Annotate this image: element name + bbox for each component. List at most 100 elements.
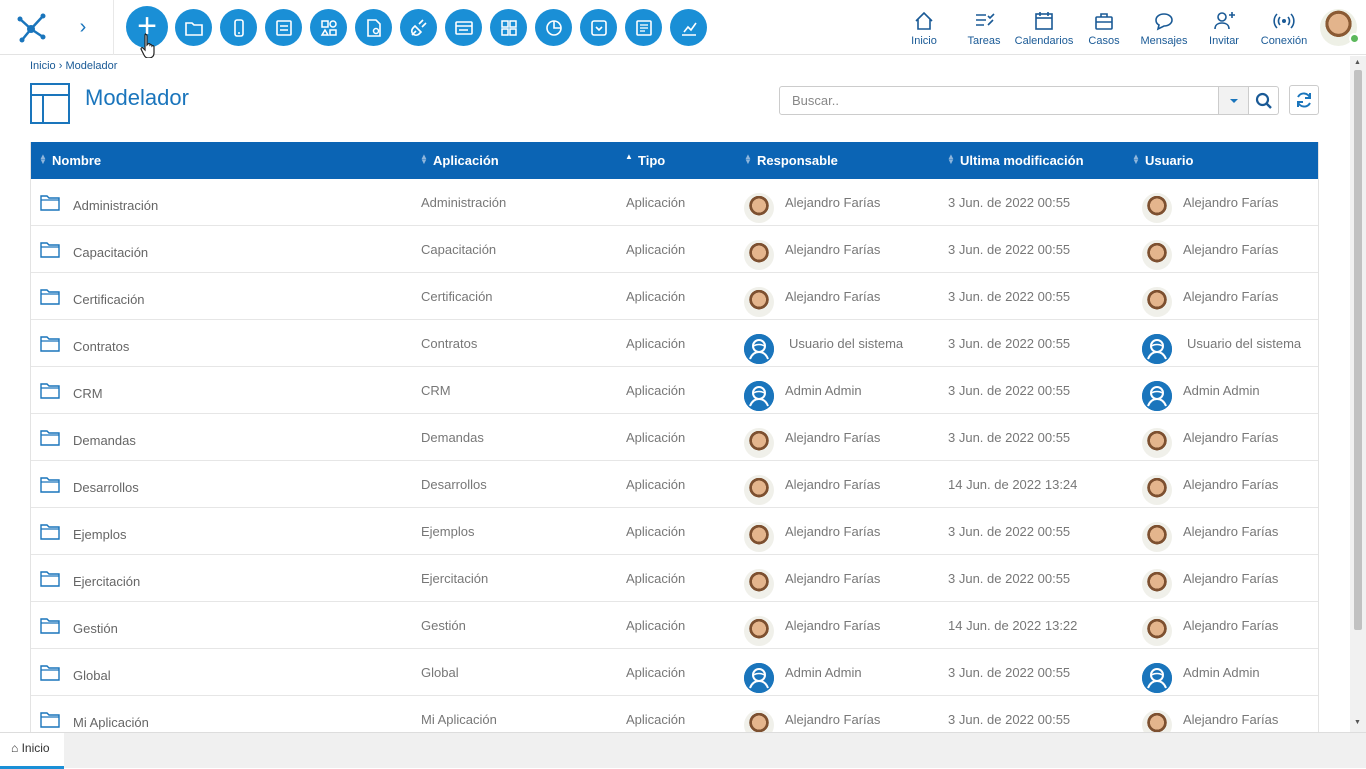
user-photo-avatar <box>1142 616 1172 646</box>
cell-nombre[interactable]: Global <box>73 668 111 683</box>
table-row[interactable]: Mi Aplicación Mi Aplicación Aplicación Alej… <box>31 696 1318 734</box>
nav-casos-label: Casos <box>1088 35 1120 47</box>
column-label: Ultima modificación <box>960 153 1084 168</box>
cell-ultima-modificacion: 3 Jun. de 2022 00:55 <box>948 242 1071 257</box>
nav-conexion[interactable]: Conexión <box>1253 8 1315 48</box>
cell-nombre[interactable]: Ejercitación <box>73 574 140 589</box>
cell-tipo: Aplicación <box>626 336 686 351</box>
table-row[interactable]: Administración Administración Aplicación Al… <box>31 179 1318 226</box>
cell-nombre[interactable]: Capacitación <box>73 245 148 260</box>
table-row[interactable]: Ejemplos Ejemplos Aplicación Alejandro Farí… <box>31 508 1318 555</box>
search-button[interactable] <box>1249 86 1279 115</box>
cell-nombre[interactable]: Gestión <box>73 621 118 636</box>
table-row[interactable]: Certificación Certificación Aplicación Alej… <box>31 273 1318 320</box>
system-user-avatar <box>744 663 774 693</box>
table-row[interactable]: Global Global Aplicación Admin Admin 3 Jun. … <box>31 649 1318 696</box>
models-table: ▲ ▼ Nombre ▲ ▼ Aplicación ▲ Tipo ▲ ▼ Responsab… <box>30 142 1319 734</box>
table-row[interactable]: Contratos Contratos Aplicación Usuario del … <box>31 320 1318 367</box>
search-options-dropdown[interactable] <box>1219 86 1249 115</box>
dashboard-icon[interactable] <box>490 9 527 46</box>
mobile-icon[interactable] <box>220 9 257 46</box>
breadcrumb-current[interactable]: Modelador <box>65 60 117 72</box>
cell-tipo: Aplicación <box>626 289 686 304</box>
bottom-tab-bar: ⌂ Inicio <box>0 732 1366 769</box>
user-photo-avatar <box>1142 522 1172 552</box>
folder-icon <box>40 477 60 493</box>
table-row[interactable]: Gestión Gestión Aplicación Alejandro Farías… <box>31 602 1318 649</box>
user-photo-avatar <box>1142 240 1172 270</box>
nav-calendarios[interactable]: Calendarios <box>1013 8 1075 48</box>
table-row[interactable]: Ejercitación Ejercitación Aplicación Alejan… <box>31 555 1318 602</box>
cell-nombre[interactable]: Demandas <box>73 433 136 448</box>
home-icon <box>915 11 933 30</box>
column-header-usuario[interactable]: ▲ ▼ Usuario <box>1132 153 1193 169</box>
cell-aplicacion: Contratos <box>421 336 478 351</box>
cell-nombre[interactable]: Contratos <box>73 339 129 354</box>
cell-usuario: Alejandro Farías <box>1183 195 1279 210</box>
system-user-avatar <box>1142 663 1172 693</box>
folder-icon <box>40 289 60 305</box>
table-row[interactable]: CRM CRM Aplicación Admin Admin 3 Jun. de 202… <box>31 367 1318 414</box>
scroll-up-arrow-icon[interactable]: ▲ <box>1354 59 1361 66</box>
cell-aplicacion: Administración <box>421 195 507 210</box>
logo-icon[interactable] <box>12 8 50 46</box>
user-photo-avatar <box>744 428 774 458</box>
table-row[interactable]: Capacitación Capacitación Aplicación Alejan… <box>31 226 1318 273</box>
cell-nombre[interactable]: Certificación <box>73 292 145 307</box>
search-input[interactable] <box>779 86 1219 115</box>
tab-inicio[interactable]: ⌂ Inicio <box>0 733 64 769</box>
column-header-nombre[interactable]: ▲ ▼ Nombre <box>39 153 101 169</box>
column-header-tipo[interactable]: ▲ Tipo <box>625 153 665 169</box>
nav-casos[interactable]: Casos <box>1073 8 1135 48</box>
nav-calendarios-label: Calendarios <box>1014 35 1074 47</box>
table-row[interactable]: Desarrollos Desarrollos Aplicación Alejandr… <box>31 461 1318 508</box>
cell-usuario: Admin Admin <box>1183 665 1260 680</box>
column-header-aplicacion[interactable]: ▲ ▼ Aplicación <box>420 153 499 169</box>
connection-icon <box>1273 13 1295 29</box>
cell-ultima-modificacion: 3 Jun. de 2022 00:55 <box>948 712 1071 727</box>
cell-tipo: Aplicación <box>626 524 686 539</box>
vertical-scrollbar[interactable]: ▲ ▼ <box>1350 56 1366 732</box>
user-photo-avatar <box>1142 569 1172 599</box>
chevron-right-icon[interactable]: › <box>72 16 94 38</box>
column-header-ultima-modificacion[interactable]: ▲ ▼ Ultima modificación <box>947 153 1084 169</box>
scroll-thumb[interactable] <box>1354 70 1362 630</box>
chart-edit-icon[interactable] <box>670 9 707 46</box>
form-icon[interactable] <box>265 9 302 46</box>
user-photo-avatar <box>744 710 774 734</box>
cell-nombre[interactable]: Administración <box>73 198 158 213</box>
document-gear-icon[interactable] <box>355 9 392 46</box>
cell-nombre[interactable]: Mi Aplicación <box>73 715 149 730</box>
sort-icon: ▲ ▼ <box>744 152 752 166</box>
window-icon[interactable] <box>445 9 482 46</box>
cell-usuario: Admin Admin <box>1183 383 1260 398</box>
cell-ultima-modificacion: 3 Jun. de 2022 00:55 <box>948 336 1071 351</box>
refresh-button[interactable] <box>1289 85 1319 115</box>
cell-tipo: Aplicación <box>626 430 686 445</box>
folder-icon[interactable] <box>175 9 212 46</box>
cell-responsable: Alejandro Farías <box>785 289 881 304</box>
cell-nombre[interactable]: CRM <box>73 386 103 401</box>
cell-nombre[interactable]: Ejemplos <box>73 527 126 542</box>
table-row[interactable]: Demandas Demandas Aplicación Alejandro Farí… <box>31 414 1318 461</box>
breadcrumb-home[interactable]: Inicio <box>30 60 56 72</box>
column-header-responsable[interactable]: ▲ ▼ Responsable <box>744 152 838 169</box>
report-icon[interactable] <box>625 9 662 46</box>
cell-usuario: Usuario del sistema <box>1187 336 1302 351</box>
nav-mensajes[interactable]: Mensajes <box>1133 8 1195 48</box>
nav-inicio[interactable]: Inicio <box>893 8 955 48</box>
pie-chart-icon[interactable] <box>535 9 572 46</box>
cell-aplicacion: Gestión <box>421 618 466 633</box>
dropdown-icon[interactable] <box>580 9 617 46</box>
cell-usuario: Alejandro Farías <box>1183 289 1279 304</box>
column-label: Responsable <box>757 153 838 168</box>
plug-icon[interactable] <box>400 9 437 46</box>
scroll-down-arrow-icon[interactable]: ▼ <box>1354 719 1361 726</box>
nav-invitar[interactable]: Invitar <box>1193 8 1255 48</box>
cell-nombre[interactable]: Desarrollos <box>73 480 139 495</box>
cell-tipo: Aplicación <box>626 242 686 257</box>
nav-tareas[interactable]: Tareas <box>953 8 1015 48</box>
folder-icon <box>40 571 60 587</box>
cell-tipo: Aplicación <box>626 477 686 492</box>
shapes-icon[interactable] <box>310 9 347 46</box>
